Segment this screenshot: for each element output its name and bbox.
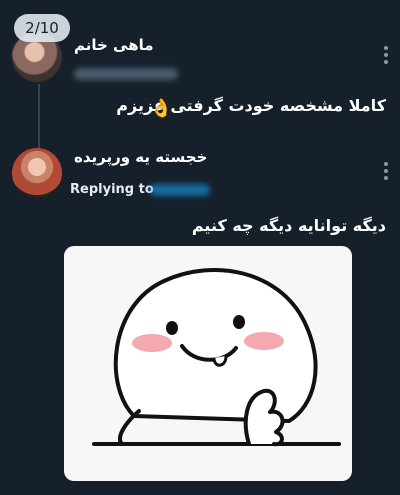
tweet-media-image[interactable] — [64, 246, 352, 481]
replying-to-label: Replying to — [70, 182, 154, 197]
more-vertical-icon[interactable] — [382, 46, 390, 64]
author-handle-blurred — [74, 68, 178, 80]
tweet-text: دیگه توانایه دیگه چه کنیم — [191, 216, 386, 235]
avatar[interactable] — [12, 148, 62, 198]
author-name[interactable]: خجسته یه ورپریده — [74, 148, 207, 166]
thread-connector-line — [38, 84, 40, 152]
more-vertical-icon[interactable] — [382, 162, 390, 180]
ok-hand-emoji: 👌 — [150, 98, 173, 119]
reply-handle-blurred[interactable] — [150, 184, 210, 196]
author-name[interactable]: ماهی خانم — [74, 36, 154, 54]
media-counter-badge: 2/10 — [14, 14, 70, 42]
cartoon-sticker-image — [92, 268, 341, 447]
